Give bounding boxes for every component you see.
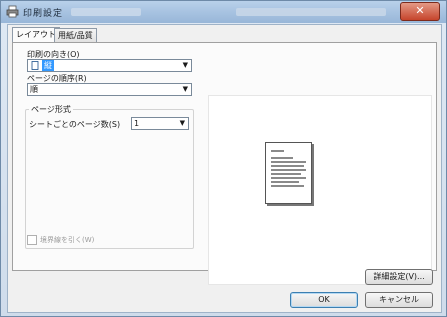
preview-line	[271, 173, 301, 175]
border-checkbox[interactable]	[27, 235, 37, 245]
orientation-select[interactable]: 縦 ▼	[27, 59, 192, 72]
dialog-client: レイアウト 用紙/品質 印刷の向き(O) 縦 ▼ ページの順序(R) 順 ▼ ペ…	[7, 24, 442, 313]
pages-per-sheet-select[interactable]: 1 ▼	[131, 117, 189, 130]
page-format-group	[25, 109, 194, 249]
chevron-down-icon: ▼	[182, 61, 188, 69]
printer-icon	[6, 5, 19, 18]
layout-panel: 印刷の向き(O) 縦 ▼ ページの順序(R) 順 ▼ ページ形式 シートごとのペ…	[12, 42, 437, 285]
ok-button[interactable]: OK	[290, 292, 358, 308]
tab-paper-quality[interactable]: 用紙/品質	[54, 28, 97, 42]
orientation-value: 縦	[42, 60, 54, 71]
cancel-button[interactable]: キャンセル	[365, 292, 433, 308]
page-preview-icon	[265, 142, 312, 204]
chevron-down-icon: ▼	[179, 119, 185, 127]
preview-line	[271, 161, 306, 163]
page-order-select[interactable]: 順 ▼	[27, 83, 192, 96]
window-title: 印刷設定	[23, 9, 64, 19]
portrait-icon	[31, 61, 39, 70]
page-order-value: 順	[30, 85, 38, 94]
preview-line	[271, 150, 284, 152]
preview-line	[271, 181, 299, 183]
preview-line	[271, 157, 293, 159]
pages-per-sheet-label: シートごとのページ数(S)	[29, 120, 121, 129]
close-button[interactable]: ✕	[400, 2, 440, 21]
print-settings-dialog: 印刷設定 ✕ レイアウト 用紙/品質 印刷の向き(O) 縦 ▼ ページの順序(R…	[0, 0, 447, 317]
preview-line	[271, 169, 306, 171]
border-checkbox-row[interactable]: 境界線を引く(W)	[27, 235, 94, 245]
title-bar[interactable]: 印刷設定 ✕	[1, 1, 446, 23]
preview-line	[271, 165, 304, 167]
page-format-label: ページ形式	[29, 104, 73, 115]
preview-line	[271, 185, 304, 187]
pages-per-sheet-value: 1	[134, 119, 140, 128]
chevron-down-icon: ▼	[182, 85, 188, 93]
preview-line	[271, 177, 306, 179]
border-checkbox-label: 境界線を引く(W)	[40, 236, 95, 244]
title-blur	[236, 8, 386, 16]
title-blur	[71, 8, 141, 16]
advanced-button[interactable]: 詳細設定(V)...	[365, 269, 433, 285]
preview-area	[208, 95, 432, 285]
tab-layout[interactable]: レイアウト	[12, 27, 60, 43]
